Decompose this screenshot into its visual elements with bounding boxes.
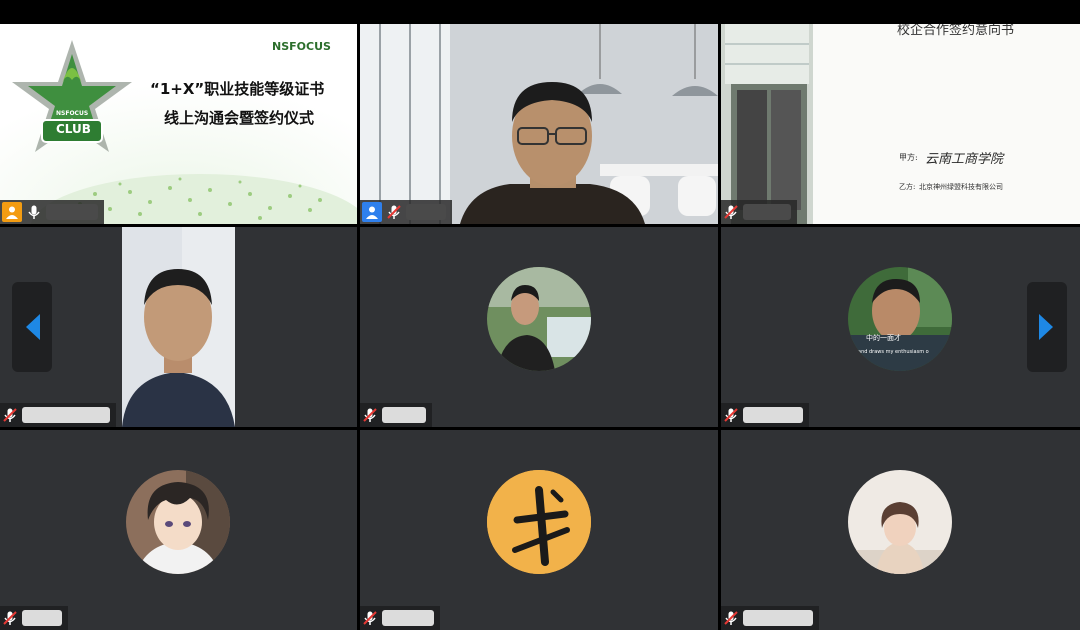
- participant-label: [0, 403, 116, 427]
- microphone-muted-icon[interactable]: [386, 204, 402, 220]
- microphone-muted-icon[interactable]: [723, 407, 739, 423]
- participant-label: [721, 403, 809, 427]
- participant-label: [360, 606, 440, 630]
- top-bar: [0, 0, 1080, 24]
- microphone-muted-icon[interactable]: [362, 610, 378, 626]
- avatar-caption-sub: and draws my enthusiasm o: [858, 349, 929, 355]
- tile-participant-8[interactable]: 戒: [360, 430, 718, 630]
- speaker-video: [360, 24, 718, 224]
- avatar: [848, 470, 952, 574]
- participant-label: [360, 200, 452, 224]
- avatar-caption: 中的一面才: [866, 334, 901, 342]
- tile-presentation[interactable]: NSFOCUS NSFOCUS CLUB “1+X”职业技能等级证书 线上沟通会…: [0, 24, 357, 224]
- tile-document-camera[interactable]: 校企合作签约意向书 甲方: 云南工商学院 乙方: 北京神州绿盟科技有限公司: [721, 24, 1080, 224]
- tile-participant-7[interactable]: [0, 430, 357, 630]
- participant-4-video: [122, 227, 235, 427]
- document-video: [721, 24, 1080, 224]
- party-b-label: 乙方:: [899, 183, 916, 191]
- avatar: [126, 470, 230, 574]
- avatar: 戒: [487, 470, 591, 574]
- tile-participant-5[interactable]: [360, 227, 718, 427]
- tile-participant-4[interactable]: [0, 227, 357, 427]
- microphone-icon[interactable]: [26, 204, 42, 220]
- calligraphy-character: 戒: [523, 500, 563, 558]
- video-grid: NSFOCUS NSFOCUS CLUB “1+X”职业技能等级证书 线上沟通会…: [0, 24, 1080, 630]
- party-a-signature: 云南工商学院: [925, 152, 1004, 167]
- nsfocus-logo: NSFOCUS: [272, 40, 331, 53]
- party-b-name: 北京神州绿盟科技有限公司: [919, 183, 1003, 191]
- next-page-button[interactable]: [1027, 282, 1067, 372]
- microphone-muted-icon[interactable]: [723, 204, 739, 220]
- club-badge-label: CLUB: [56, 122, 91, 136]
- slide-title-line1: “1+X”职业技能等级证书: [150, 80, 325, 98]
- tile-speaker-office[interactable]: [360, 24, 718, 224]
- participant-name: [406, 204, 446, 220]
- participant-name: [743, 407, 803, 423]
- prev-page-button[interactable]: [12, 282, 52, 372]
- participant-label: [360, 403, 432, 427]
- microphone-muted-icon[interactable]: [723, 610, 739, 626]
- participant-name: [382, 610, 434, 626]
- document-heading: 校企合作签约意向书: [897, 24, 1015, 38]
- user-avatar-chip: [2, 202, 22, 222]
- microphone-muted-icon[interactable]: [362, 407, 378, 423]
- user-icon: [6, 206, 18, 219]
- participant-label: [721, 606, 819, 630]
- user-avatar-chip: [362, 202, 382, 222]
- microphone-muted-icon[interactable]: [2, 610, 18, 626]
- tile-participant-6[interactable]: 中的一面才 and draws my enthusiasm o: [721, 227, 1080, 427]
- chevron-left-icon: [26, 314, 40, 340]
- participant-name: [46, 204, 98, 220]
- avatar: [487, 267, 591, 371]
- chevron-right-icon: [1039, 314, 1053, 340]
- slide-title-line2: 线上沟通会暨签约仪式: [164, 109, 315, 127]
- party-a-label: 甲方:: [899, 153, 918, 162]
- participant-label: [721, 200, 797, 224]
- microphone-muted-icon[interactable]: [2, 407, 18, 423]
- tile-participant-9[interactable]: [721, 430, 1080, 630]
- club-badge-brand: NSFOCUS: [56, 110, 89, 117]
- participant-name: [22, 407, 110, 423]
- participant-label: [0, 606, 68, 630]
- avatar: 中的一面才 and draws my enthusiasm o: [848, 267, 952, 371]
- participant-name: [382, 407, 426, 423]
- user-icon: [366, 206, 378, 219]
- participant-name: [743, 610, 813, 626]
- participant-name: [743, 204, 791, 220]
- participant-label: [0, 200, 104, 224]
- participant-name: [22, 610, 62, 626]
